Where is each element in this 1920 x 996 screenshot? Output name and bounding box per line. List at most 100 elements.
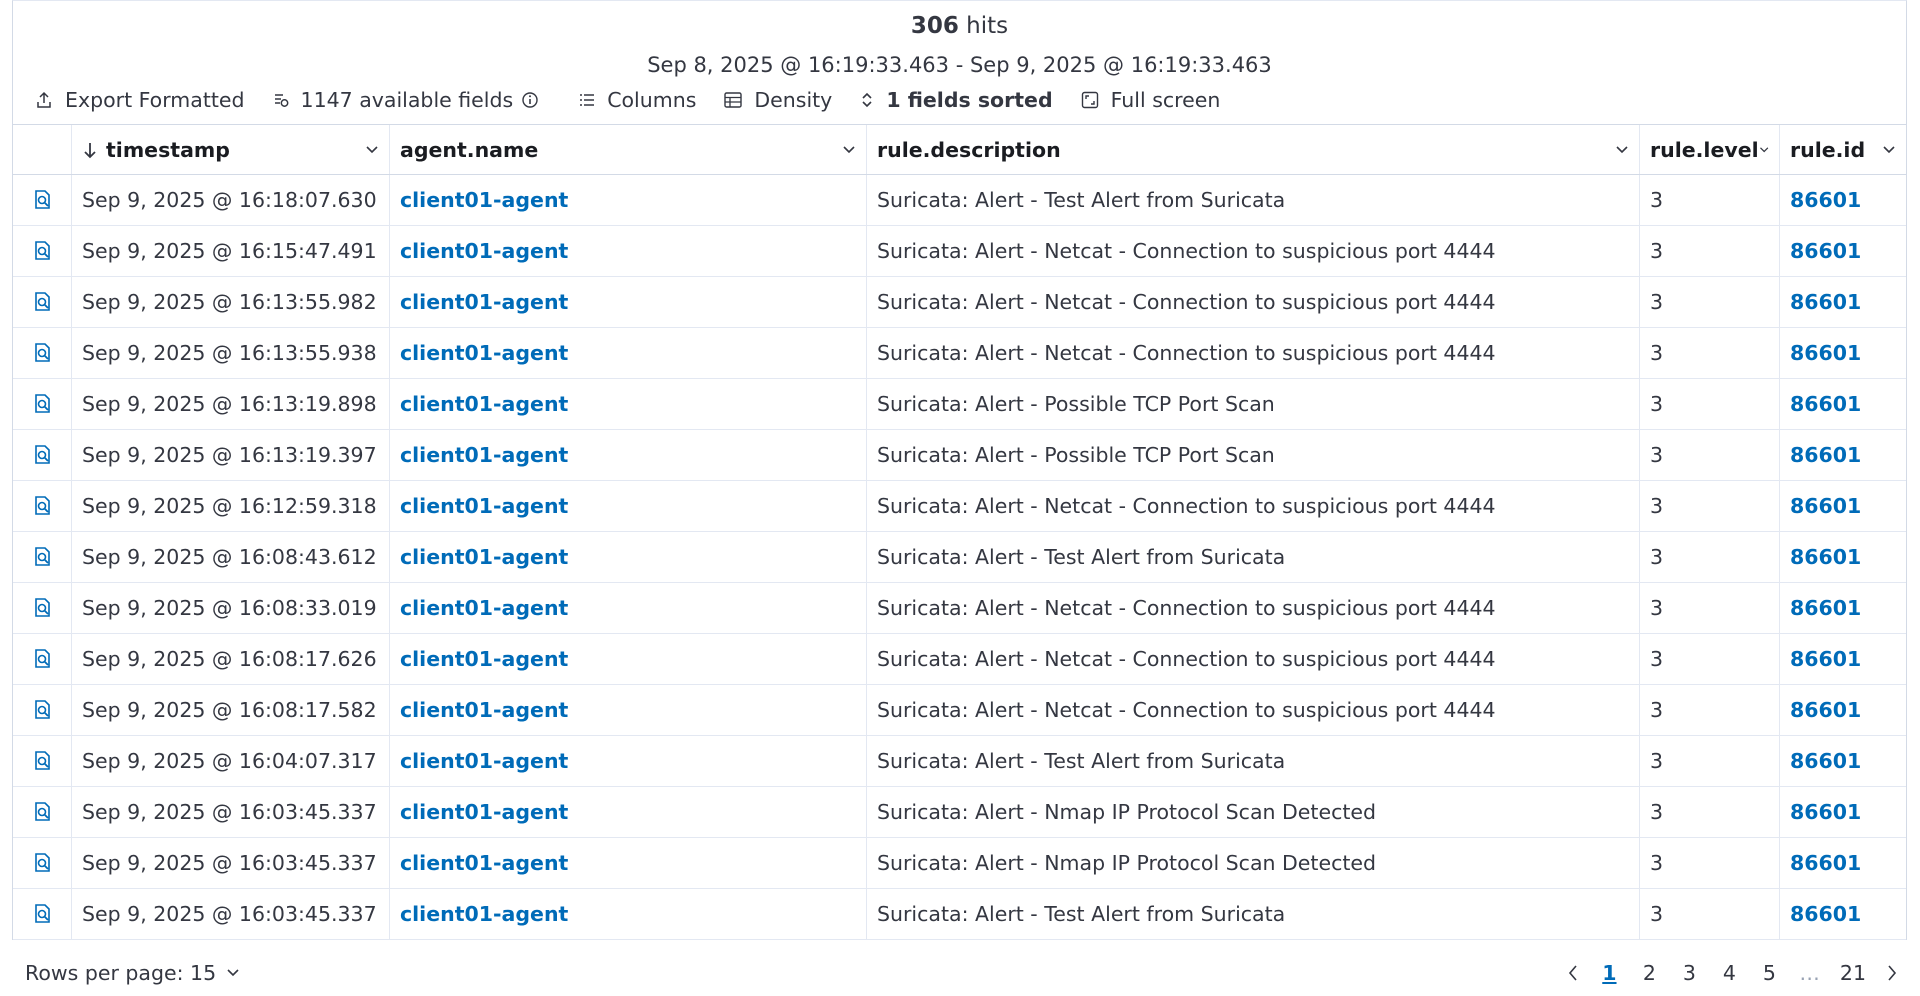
chevron-down-icon[interactable]	[842, 145, 856, 155]
inspect-document-button[interactable]	[13, 838, 72, 888]
chevron-down-icon[interactable]	[1615, 145, 1629, 155]
rule-description-cell: Suricata: Alert - Netcat - Connection to…	[867, 685, 1640, 735]
chevron-down-icon[interactable]	[365, 145, 379, 155]
inspect-document-button[interactable]	[13, 430, 72, 480]
agent-name-cell: client01-agent	[390, 175, 867, 225]
agent-name-link[interactable]: client01-agent	[400, 545, 568, 569]
rule-description-cell: Suricata: Alert - Nmap IP Protocol Scan …	[867, 787, 1640, 837]
data-grid: timestamp agent.name rule.description ru…	[13, 124, 1906, 940]
agent-name-link[interactable]: client01-agent	[400, 647, 568, 671]
rule-id-link[interactable]: 86601	[1790, 188, 1861, 212]
inspect-document-icon	[31, 699, 53, 721]
page-button[interactable]: 3	[1679, 961, 1699, 985]
export-formatted-button[interactable]: Export Formatted	[35, 88, 245, 112]
agent-name-link[interactable]: client01-agent	[400, 749, 568, 773]
rule-id-cell: 86601	[1780, 583, 1906, 633]
rule-id-link[interactable]: 86601	[1790, 443, 1861, 467]
inspect-document-button[interactable]	[13, 736, 72, 786]
page-button[interactable]: 5	[1759, 961, 1779, 985]
inspect-document-icon	[31, 189, 53, 211]
agent-name-link[interactable]: client01-agent	[400, 851, 568, 875]
rows-per-page-button[interactable]: Rows per page: 15	[25, 961, 240, 985]
inspect-document-button[interactable]	[13, 175, 72, 225]
column-header-timestamp[interactable]: timestamp	[72, 125, 390, 174]
column-header-rule-id[interactable]: rule.id	[1780, 125, 1906, 174]
rule-id-link[interactable]: 86601	[1790, 851, 1861, 875]
inspect-document-button[interactable]	[13, 532, 72, 582]
rule-id-link[interactable]: 86601	[1790, 290, 1861, 314]
columns-list-icon	[580, 94, 595, 106]
agent-name-link[interactable]: client01-agent	[400, 341, 568, 365]
chevron-down-icon[interactable]	[1759, 145, 1769, 155]
table-row: Sep 9, 2025 @ 16:03:45.337 client01-agent…	[13, 787, 1906, 838]
inspect-document-button[interactable]	[13, 685, 72, 735]
rule-id-link[interactable]: 86601	[1790, 494, 1861, 518]
inspect-document-button[interactable]	[13, 481, 72, 531]
page-button[interactable]: 1	[1599, 961, 1619, 985]
timestamp-cell: Sep 9, 2025 @ 16:04:07.317	[72, 736, 390, 786]
rule-id-link[interactable]: 86601	[1790, 902, 1861, 926]
rule-id-cell: 86601	[1780, 634, 1906, 684]
rule-id-link[interactable]: 86601	[1790, 698, 1861, 722]
rule-id-link[interactable]: 86601	[1790, 800, 1861, 824]
rule-id-link[interactable]: 86601	[1790, 341, 1861, 365]
agent-name-link[interactable]: client01-agent	[400, 290, 568, 314]
page-button[interactable]: 4	[1719, 961, 1739, 985]
rule-id-link[interactable]: 86601	[1790, 647, 1861, 671]
rule-level-cell: 3	[1640, 787, 1780, 837]
inspect-document-button[interactable]	[13, 889, 72, 939]
column-header-rule-level[interactable]: rule.level	[1640, 125, 1780, 174]
time-range: Sep 8, 2025 @ 16:19:33.463 - Sep 9, 2025…	[647, 53, 1272, 77]
agent-name-link[interactable]: client01-agent	[400, 800, 568, 824]
inspect-document-button[interactable]	[13, 379, 72, 429]
inspect-document-button[interactable]	[13, 634, 72, 684]
agent-name-link[interactable]: client01-agent	[400, 698, 568, 722]
table-row: Sep 9, 2025 @ 16:08:17.582 client01-agent…	[13, 685, 1906, 736]
rule-id-link[interactable]: 86601	[1790, 545, 1861, 569]
rule-id-link[interactable]: 86601	[1790, 239, 1861, 263]
agent-name-link[interactable]: client01-agent	[400, 188, 568, 212]
inspect-document-button[interactable]	[13, 328, 72, 378]
rule-id-link[interactable]: 86601	[1790, 749, 1861, 773]
chevron-right-icon	[1888, 965, 1897, 981]
rule-level-cell: 3	[1640, 532, 1780, 582]
column-header-rule-description[interactable]: rule.description	[867, 125, 1640, 174]
grid-footer: Rows per page: 15 1 2 3 4 5 … 21	[25, 955, 1908, 991]
column-header-agent-name[interactable]: agent.name	[390, 125, 867, 174]
timestamp-cell: Sep 9, 2025 @ 16:13:19.397	[72, 430, 390, 480]
fullscreen-button[interactable]: Full screen	[1081, 88, 1220, 112]
table-row: Sep 9, 2025 @ 16:13:19.898 client01-agent…	[13, 379, 1906, 430]
inspect-document-button[interactable]	[13, 226, 72, 276]
columns-button[interactable]: Columns	[579, 88, 696, 112]
next-page-button[interactable]	[1886, 964, 1898, 982]
density-button[interactable]: Density	[724, 88, 832, 112]
fields-sorted-button[interactable]: 1 fields sorted	[860, 88, 1053, 112]
rule-level-cell: 3	[1640, 328, 1780, 378]
info-icon[interactable]	[521, 91, 539, 109]
agent-name-link[interactable]: client01-agent	[400, 596, 568, 620]
previous-page-button[interactable]	[1567, 964, 1579, 982]
agent-name-link[interactable]: client01-agent	[400, 494, 568, 518]
agent-name-link[interactable]: client01-agent	[400, 443, 568, 467]
agent-name-link[interactable]: client01-agent	[400, 902, 568, 926]
page-button[interactable]: 2	[1639, 961, 1659, 985]
column-header-label: agent.name	[400, 137, 539, 162]
rule-id-link[interactable]: 86601	[1790, 596, 1861, 620]
inspect-document-button[interactable]	[13, 583, 72, 633]
agent-name-cell: client01-agent	[390, 379, 867, 429]
rule-id-cell: 86601	[1780, 787, 1906, 837]
inspect-document-icon	[31, 648, 53, 670]
rule-id-link[interactable]: 86601	[1790, 392, 1861, 416]
agent-name-link[interactable]: client01-agent	[400, 392, 568, 416]
rule-id-cell: 86601	[1780, 328, 1906, 378]
page-button[interactable]: 21	[1840, 961, 1866, 985]
rule-level-cell: 3	[1640, 226, 1780, 276]
available-fields-button[interactable]: 1147 available fields	[273, 88, 552, 112]
timestamp-cell: Sep 9, 2025 @ 16:13:19.898	[72, 379, 390, 429]
chevron-down-icon[interactable]	[1882, 145, 1896, 155]
inspect-document-button[interactable]	[13, 787, 72, 837]
inspect-document-button[interactable]	[13, 277, 72, 327]
agent-name-link[interactable]: client01-agent	[400, 239, 568, 263]
rule-description-cell: Suricata: Alert - Test Alert from Surica…	[867, 736, 1640, 786]
rule-id-cell: 86601	[1780, 277, 1906, 327]
